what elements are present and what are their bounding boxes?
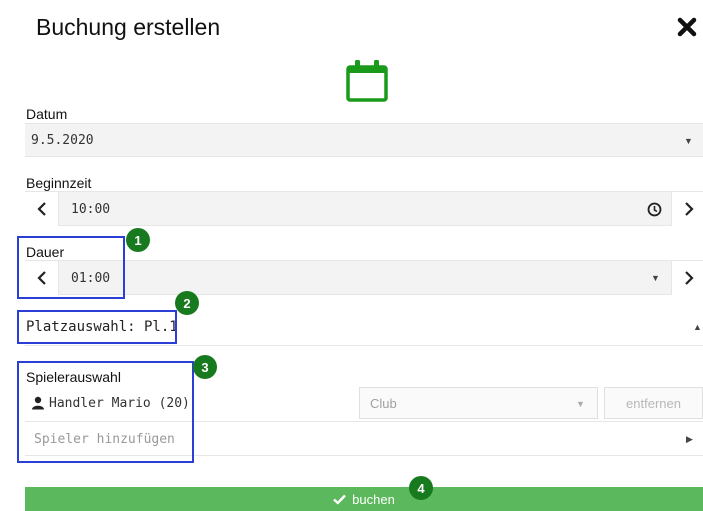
beginnzeit-value: 10:00 (71, 202, 111, 217)
beginnzeit-field: 10:00 (25, 191, 703, 226)
beginnzeit-label: Beginnzeit (26, 175, 92, 191)
club-select-value: Club (370, 396, 397, 411)
remove-player-button[interactable]: entfernen (604, 387, 703, 419)
annotation-badge-4: 4 (409, 476, 433, 500)
beginnzeit-prev-button[interactable] (25, 192, 59, 226)
chevron-up-icon: ▲ (693, 322, 702, 332)
chevron-down-icon: ▼ (576, 399, 585, 409)
club-select[interactable]: Club ▼ (359, 387, 598, 419)
close-icon[interactable] (676, 16, 698, 38)
clock-icon[interactable] (647, 202, 662, 217)
book-button-label: buchen (352, 491, 395, 507)
datum-label: Datum (26, 106, 68, 122)
chevron-right-icon (684, 202, 694, 216)
annotation-badge-2: 2 (175, 291, 199, 315)
annotation-badge-1: 1 (126, 228, 150, 252)
datum-select[interactable]: 9.5.2020 ▼ (25, 123, 703, 157)
dauer-field: 01:00 ▼ (25, 260, 703, 295)
dauer-next-button[interactable] (671, 261, 703, 295)
checkmark-icon (333, 494, 347, 505)
chevron-left-icon (36, 202, 46, 216)
chevron-right-icon: ▶ (686, 434, 693, 444)
chevron-down-icon: ▼ (684, 136, 693, 146)
annotation-box-1 (17, 236, 125, 299)
annotation-badge-3: 3 (193, 355, 217, 379)
datum-value: 9.5.2020 (31, 133, 94, 148)
annotation-box-3 (17, 361, 194, 463)
chevron-right-icon (684, 271, 694, 285)
dialog-title: Buchung erstellen (36, 14, 221, 40)
chevron-down-icon[interactable]: ▼ (651, 273, 660, 283)
book-button[interactable]: buchen (25, 487, 703, 511)
beginnzeit-next-button[interactable] (671, 192, 703, 226)
calendar-icon (343, 58, 391, 104)
annotation-box-2 (17, 310, 177, 344)
